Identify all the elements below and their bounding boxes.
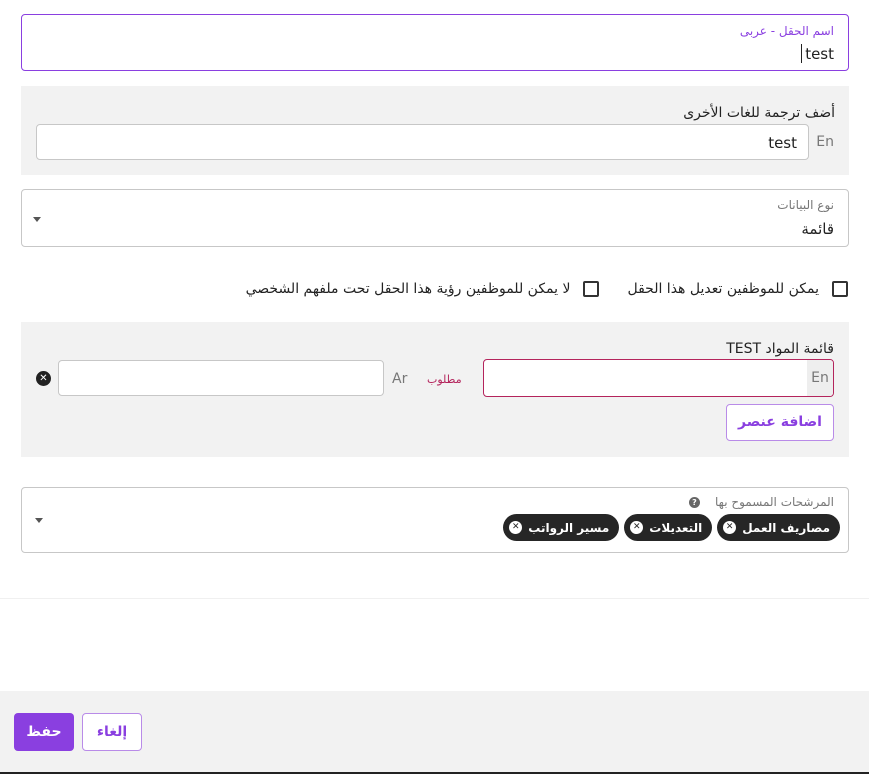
form-footer: حفظ إلغاء xyxy=(0,691,869,774)
dropdown-arrow-icon[interactable] xyxy=(33,217,41,222)
data-type-label: نوع البيانات xyxy=(777,198,834,212)
chip-remove-icon[interactable]: ✕ xyxy=(723,521,737,534)
checkbox-icon[interactable] xyxy=(583,281,600,297)
filter-chip-label: مسير الرواتب xyxy=(528,520,610,535)
filter-chip-label: مصاريف العمل xyxy=(742,520,830,535)
add-item-button[interactable]: اضافة عنصر xyxy=(726,404,834,441)
dropdown-arrow-icon[interactable] xyxy=(35,518,43,523)
translation-lang-en-label: En xyxy=(816,134,834,150)
translations-panel: أضف ترجمة للغات الأخرى En test xyxy=(21,86,849,175)
filter-chips: مصاريف العمل ✕ التعديلات ✕ مسير الرواتب … xyxy=(498,514,840,541)
list-items-panel: TEST قائمة المواد En مطلوب Ar ✕ اضافة عن… xyxy=(21,322,849,457)
chip-remove-icon[interactable]: ✕ xyxy=(509,521,523,534)
checkbox-employees-cannot-view[interactable]: لا يمكن للموظفين رؤية هذا الحقل تحت ملفه… xyxy=(246,281,600,297)
cancel-button[interactable]: إلغاء xyxy=(82,713,142,751)
checkbox-employees-can-edit[interactable]: يمكن للموظفين تعديل هذا الحقل xyxy=(627,281,848,297)
checkbox-icon[interactable] xyxy=(832,281,848,297)
allowed-filters-select[interactable]: المرشحات المسموح بها ? مصاريف العمل ✕ ال… xyxy=(21,487,849,553)
field-name-input[interactable]: اسم الحقل - عربى test xyxy=(21,14,849,71)
checkbox-employees-cannot-view-label: لا يمكن للموظفين رؤية هذا الحقل تحت ملفه… xyxy=(245,281,571,297)
filter-chip: مصاريف العمل ✕ xyxy=(717,514,840,541)
required-error-text: مطلوب xyxy=(427,373,462,386)
item-en-tag: En xyxy=(807,360,833,396)
checkbox-employees-can-edit-label: يمكن للموظفين تعديل هذا الحقل xyxy=(627,281,819,297)
field-name-label: اسم الحقل - عربى xyxy=(739,24,834,38)
permission-checkboxes: يمكن للموظفين تعديل هذا الحقل لا يمكن لل… xyxy=(218,278,848,300)
translation-en-value: test xyxy=(768,134,797,152)
item-ar-input[interactable] xyxy=(58,360,384,396)
field-name-value: test xyxy=(805,45,834,63)
divider xyxy=(0,598,869,599)
save-button[interactable]: حفظ xyxy=(14,713,74,751)
data-type-select[interactable]: نوع البيانات قائمة xyxy=(21,189,849,247)
filter-chip-label: التعديلات xyxy=(649,520,703,535)
translations-title: أضف ترجمة للغات الأخرى xyxy=(683,105,835,121)
remove-item-icon[interactable]: ✕ xyxy=(36,371,51,386)
filter-chip: مسير الرواتب ✕ xyxy=(503,514,620,541)
item-en-input[interactable]: En xyxy=(483,359,834,397)
text-cursor xyxy=(801,44,802,63)
allowed-filters-label: المرشحات المسموح بها xyxy=(715,495,834,509)
list-items-title: TEST قائمة المواد xyxy=(726,341,834,357)
data-type-value: قائمة xyxy=(801,220,834,238)
filter-chip: التعديلات ✕ xyxy=(624,514,713,541)
chip-remove-icon[interactable]: ✕ xyxy=(630,521,644,534)
translation-en-input[interactable]: test xyxy=(36,124,809,160)
help-icon[interactable]: ? xyxy=(689,497,700,508)
item-ar-tag: Ar xyxy=(392,371,408,387)
